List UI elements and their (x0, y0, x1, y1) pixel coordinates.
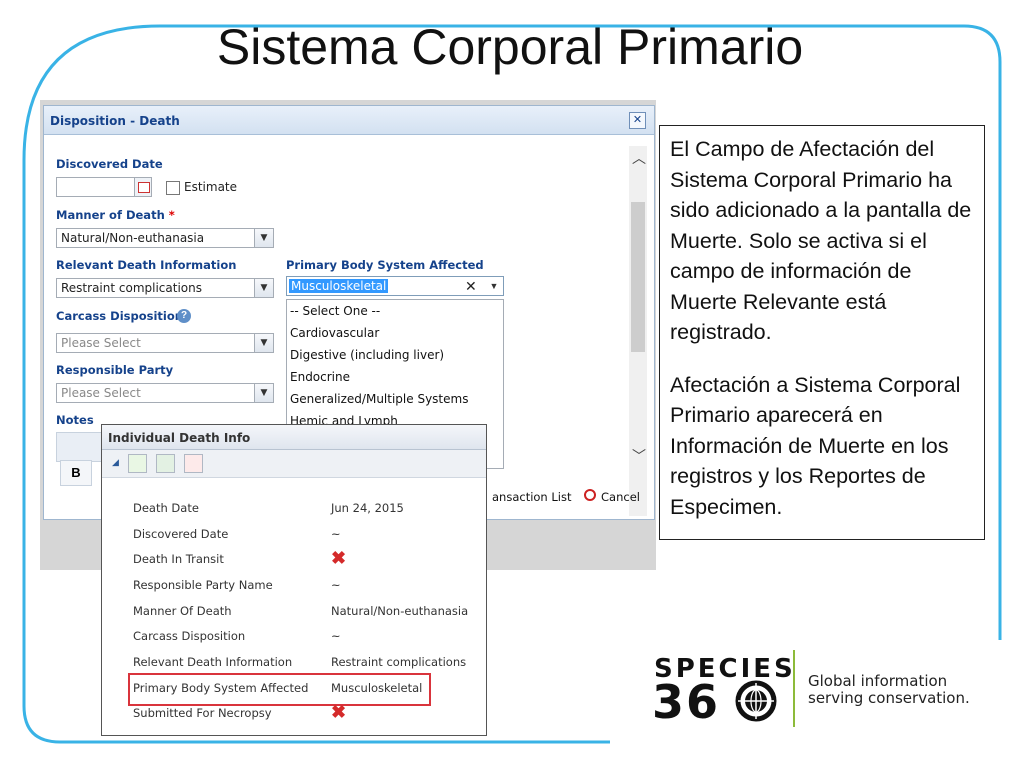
option-generalized[interactable]: Generalized/Multiple Systems (287, 388, 503, 410)
responsible-party-label: Responsible Party (56, 363, 174, 377)
panel-toolbar (102, 450, 486, 478)
option-select-one[interactable]: -- Select One -- (287, 300, 503, 322)
cancel-icon[interactable] (584, 489, 596, 501)
responsible-party-select[interactable]: Please Select ▼ (56, 383, 274, 403)
tagline-line-1: Global information (808, 672, 948, 690)
cancel-button[interactable]: Cancel (601, 490, 640, 504)
row-label: Responsible Party Name (133, 578, 273, 592)
required-mark: * (168, 208, 175, 222)
callout-paragraph-1: El Campo de Afectación del Sistema Corpo… (670, 137, 972, 344)
close-icon[interactable]: ✕ (629, 112, 646, 129)
row-value: Restraint complications (331, 655, 467, 669)
dialog-scrollbar[interactable]: ︿ ﹀ (629, 146, 647, 516)
notes-label: Notes (56, 413, 94, 427)
bold-button[interactable]: B (60, 460, 92, 486)
panel-title: Individual Death Info (108, 431, 251, 445)
refresh-icon[interactable] (128, 454, 147, 473)
relevant-death-info-value: Restraint complications (61, 281, 202, 295)
carcass-disposition-label: Carcass Disposition (56, 309, 183, 323)
row-label: Manner Of Death (133, 604, 232, 618)
row-label: Carcass Disposition (133, 629, 246, 643)
manner-of-death-select[interactable]: Natural/Non-euthanasia ▼ (56, 228, 274, 248)
relevant-death-info-select[interactable]: Restraint complications ▼ (56, 278, 274, 298)
red-x-icon: ✖ (331, 702, 347, 722)
estimate-checkbox[interactable] (166, 181, 180, 195)
panel-header: Individual Death Info (102, 425, 486, 450)
row-value: ~ (331, 527, 341, 541)
transaction-list-button[interactable]: ansaction List (492, 490, 571, 504)
row-value: ~ (331, 629, 341, 643)
dialog-header: Disposition - Death ✕ (44, 106, 654, 135)
logo-360-text: 36 (652, 675, 721, 729)
carcass-disposition-select[interactable]: Please Select ▼ (56, 333, 274, 353)
option-digestive[interactable]: Digestive (including liver) (287, 344, 503, 366)
row-label: Death In Transit (133, 552, 224, 566)
option-endocrine[interactable]: Endocrine (287, 366, 503, 388)
clear-icon[interactable]: ✕ (465, 278, 477, 295)
option-cardiovascular[interactable]: Cardiovascular (287, 322, 503, 344)
scroll-down-icon[interactable]: ﹀ (632, 446, 646, 466)
row-label: Relevant Death Information (133, 655, 293, 669)
estimate-label: Estimate (184, 180, 238, 194)
manner-of-death-value: Natural/Non-euthanasia (61, 231, 205, 245)
discovered-date-input[interactable] (56, 177, 136, 197)
row-value: Jun 24, 2015 (331, 501, 404, 515)
row-label: Discovered Date (133, 527, 229, 541)
chevron-down-icon[interactable]: ▼ (485, 277, 503, 295)
discovered-date-label: Discovered Date (56, 157, 163, 171)
chevron-down-icon[interactable]: ▼ (254, 384, 273, 402)
primary-body-system-value: Musculoskeletal (289, 279, 389, 293)
chevron-down-icon[interactable]: ▼ (254, 279, 273, 297)
row-label: Submitted For Necropsy (133, 706, 272, 720)
callout-box: El Campo de Afectación del Sistema Corpo… (659, 125, 985, 540)
notes-toolbar (56, 432, 106, 462)
help-icon[interactable]: ? (177, 309, 191, 323)
red-x-icon: ✖ (331, 548, 347, 568)
row-value: ~ (331, 578, 341, 592)
dialog-title: Disposition - Death (50, 114, 180, 128)
tagline-line-2: serving conservation. (808, 689, 970, 707)
primary-body-system-label: Primary Body System Affected (286, 258, 484, 272)
logo-divider (793, 650, 795, 727)
carcass-disposition-placeholder: Please Select (61, 336, 141, 350)
collapse-icon[interactable]: ◢ (112, 457, 119, 468)
logo-tagline: Global information serving conservation. (808, 673, 970, 707)
globe-icon (735, 680, 777, 722)
primary-body-system-select[interactable]: Musculoskeletal ✕ ▼ (286, 276, 504, 296)
pdf-export-icon[interactable] (184, 454, 203, 473)
chevron-down-icon[interactable]: ▼ (254, 229, 273, 247)
row-label: Death Date (133, 501, 199, 515)
chevron-down-icon[interactable]: ▼ (254, 334, 273, 352)
slide-title: Sistema Corporal Primario (216, 19, 804, 75)
row-value: Natural/Non-euthanasia (331, 604, 469, 618)
relevant-death-info-label: Relevant Death Information (56, 258, 237, 272)
calendar-icon[interactable] (134, 177, 152, 197)
manner-of-death-label: Manner of Death * (56, 208, 175, 222)
excel-export-icon[interactable] (156, 454, 175, 473)
callout-paragraph-2: Afectación a Sistema Corporal Primario a… (670, 372, 961, 519)
row-value: Musculoskeletal (331, 681, 423, 695)
scrollbar-thumb[interactable] (631, 202, 645, 352)
row-label: Primary Body System Affected (133, 681, 309, 695)
responsible-party-placeholder: Please Select (61, 386, 141, 400)
scroll-up-icon[interactable]: ︿ (632, 148, 646, 168)
individual-death-info-panel: Individual Death Info ◢ Death Date Jun 2… (101, 424, 487, 736)
